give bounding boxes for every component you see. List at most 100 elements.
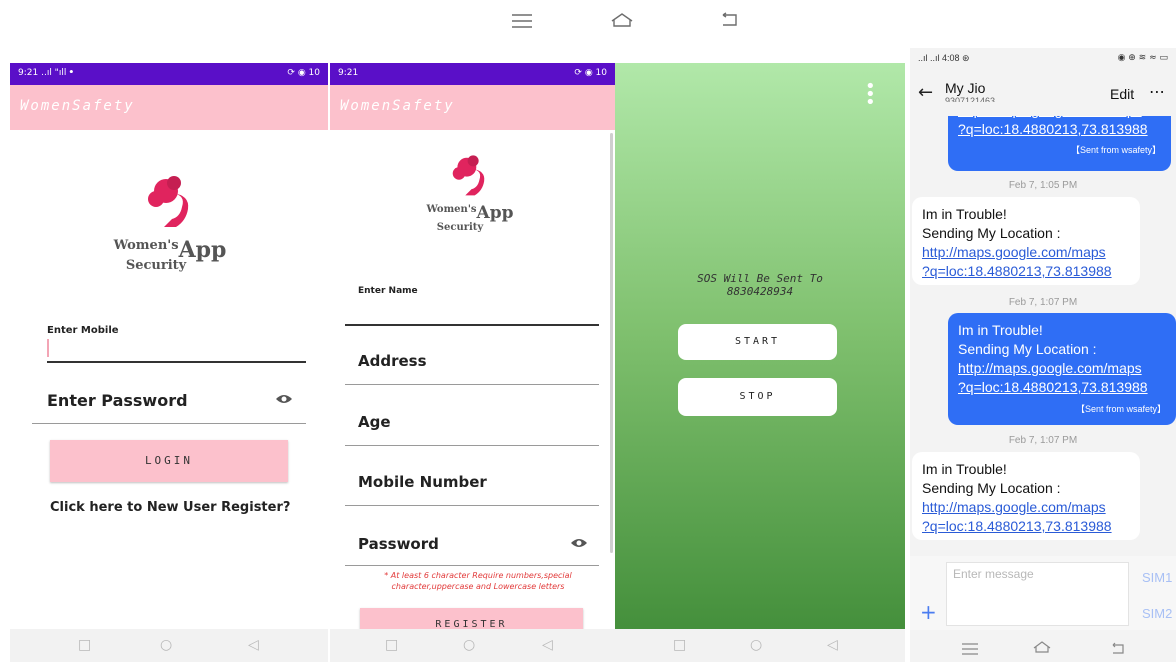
address-underline <box>345 384 599 385</box>
overflow-menu-icon[interactable]: • • • <box>865 78 876 112</box>
back-triangle-icon[interactable]: ◁ <box>542 637 553 653</box>
message-text: Im in Trouble! <box>958 322 1043 338</box>
woman-head-logo-icon <box>452 155 485 196</box>
app-logo: Women'sApp Security <box>100 173 240 273</box>
message-link[interactable]: ?q=loc:18.4880213,73.813988 <box>922 517 1130 536</box>
mobile-input-cursor <box>47 339 49 357</box>
status-signal-icons: ..ıl "ıll ꔷ <box>41 68 74 78</box>
message-link[interactable]: ?q=loc:18.4880213,73.813988 <box>958 120 1161 139</box>
back-arrow-icon[interactable]: ← <box>918 82 933 103</box>
mobile-field-label: Enter Mobile <box>47 325 119 336</box>
status-bar: 9:21 ..ıl "ıll ꔷ ⟳ ◉ 10 <box>10 63 328 85</box>
password-field[interactable]: Enter Password <box>47 391 188 410</box>
name-input[interactable] <box>345 324 599 326</box>
mobile-number-underline <box>345 505 599 506</box>
edit-button[interactable]: Edit <box>1110 86 1134 102</box>
age-field[interactable]: Age <box>358 413 391 431</box>
message-link[interactable]: http://maps.google.com/maps <box>958 359 1166 378</box>
password-requirements-hint: * At least 6 character Require numbers,s… <box>358 570 598 592</box>
sent-from-tag: 【Sent from wsafety】 <box>1075 404 1166 414</box>
message-text: Im in Trouble! <box>922 206 1007 222</box>
message-input[interactable]: Enter message <box>946 562 1129 626</box>
back-triangle-icon[interactable]: ◁ <box>827 637 838 653</box>
status-time: 9:21 <box>338 68 359 78</box>
menu-icon[interactable] <box>962 640 978 659</box>
logo-text-security: Security <box>125 258 187 273</box>
home-icon[interactable] <box>1032 639 1052 658</box>
status-time: 4:08 <box>942 53 960 63</box>
sent-message[interactable]: Im in Trouble! Sending My Location : htt… <box>948 313 1176 425</box>
home-circle-icon[interactable]: ○ <box>463 637 475 653</box>
android-nav-bar: □ ○ ◁ <box>10 629 328 662</box>
contact-name: My Jio <box>945 80 986 96</box>
add-attachment-icon[interactable]: + <box>920 600 937 624</box>
android-nav-bar: □ ○ ◁ <box>330 629 615 662</box>
login-screen: 9:21 ..ıl "ıll ꔷ ⟳ ◉ 10 WomenSafety Wome… <box>10 63 328 662</box>
message-text: Sending My Location : <box>922 480 1061 496</box>
scrollbar[interactable] <box>610 133 613 553</box>
menu-icon[interactable] <box>512 12 532 33</box>
more-options-icon[interactable]: ⋯ <box>1149 82 1165 101</box>
sos-screen: • • • SOS Will Be Sent To 8830428934 START… <box>615 63 905 662</box>
stop-button[interactable]: STOP <box>678 378 837 416</box>
app-bar-title: WomenSafety <box>330 85 615 130</box>
app-logo: Women'sApp Security <box>410 153 530 233</box>
password-hint-line-2: character,uppercase and Lowercase letter… <box>391 582 565 591</box>
register-screen: 9:21 ⟳ ◉ 10 WomenSafety Women'sApp Secur… <box>330 63 615 662</box>
app-bar-title: WomenSafety <box>10 85 328 130</box>
age-underline <box>345 445 599 446</box>
eye-icon[interactable] <box>570 537 588 549</box>
back-triangle-icon[interactable]: ◁ <box>248 637 259 653</box>
message-link[interactable]: ?q=loc:18.4880213,73.813988 <box>922 262 1130 281</box>
screenshot-stage: 9:21 ..ıl "ıll ꔷ ⟳ ◉ 10 WomenSafety Wome… <box>0 0 1176 662</box>
message-text: Sending My Location : <box>922 225 1061 241</box>
status-battery: ⟳ ◉ 10 <box>287 68 320 78</box>
recents-icon[interactable]: □ <box>385 637 398 653</box>
received-message[interactable]: Im in Trouble! Sending My Location : htt… <box>912 197 1140 285</box>
new-user-register-link[interactable]: Click here to New User Register? <box>50 500 290 515</box>
message-link[interactable]: ?q=loc:18.4880213,73.813988 <box>958 378 1166 397</box>
message-link[interactable]: http://maps.google.com/maps <box>922 498 1130 517</box>
send-sim2-button[interactable]: SIM2 <box>1142 606 1172 621</box>
timestamp: Feb 7, 1:07 PM <box>1008 297 1078 308</box>
send-sim1-button[interactable]: SIM1 <box>1142 570 1172 585</box>
sos-recipient-text: SOS Will Be Sent To 8830428934 <box>615 272 905 298</box>
logo-text-womens: Women's <box>426 204 477 215</box>
start-button[interactable]: START <box>678 324 837 360</box>
login-button[interactable]: LOGIN <box>50 440 288 482</box>
password-input-underline <box>32 423 306 424</box>
header-mask <box>910 102 1176 116</box>
logo-text-app: App <box>476 203 514 223</box>
mobile-input[interactable] <box>47 361 306 363</box>
status-bar: ..ıl ..ıl 4:08 ⊛ <box>918 53 970 63</box>
recents-icon[interactable]: □ <box>78 637 91 653</box>
eye-icon[interactable] <box>275 393 293 405</box>
status-time: 9:21 <box>18 68 39 78</box>
received-message[interactable]: Im in Trouble! Sending My Location : htt… <box>912 452 1140 540</box>
home-circle-icon[interactable]: ○ <box>750 637 762 653</box>
messages-screen: ..ıl ..ıl 4:08 ⊛ ◉ ⊕ ≋ ≈ ▭ ← My Jio 9307… <box>910 48 1176 662</box>
logo-text-security: Security <box>436 222 484 233</box>
back-icon[interactable] <box>720 12 740 33</box>
back-icon[interactable] <box>1110 640 1126 659</box>
message-text: Im in Trouble! <box>922 461 1007 477</box>
woman-head-logo-icon <box>148 176 189 227</box>
home-circle-icon[interactable]: ○ <box>160 637 172 653</box>
logo-text-womens: Women's <box>113 238 179 253</box>
status-bar: 9:21 ⟳ ◉ 10 <box>330 63 615 85</box>
address-field[interactable]: Address <box>358 352 427 370</box>
recents-icon[interactable]: □ <box>673 637 686 653</box>
android-nav-bar: □ ○ ◁ <box>615 629 905 662</box>
password-field[interactable]: Password <box>358 535 439 553</box>
sos-will-be-sent-label: SOS Will Be Sent To <box>697 272 823 285</box>
message-link[interactable]: http://maps.google.com/maps <box>922 243 1130 262</box>
password-underline <box>345 565 599 566</box>
mobile-number-field[interactable]: Mobile Number <box>358 473 487 491</box>
status-right-icons: ◉ ⊕ ≋ ≈ ▭ <box>1117 53 1168 63</box>
password-hint-line-1: * At least 6 character Require numbers,s… <box>384 571 572 580</box>
timestamp: Feb 7, 1:05 PM <box>1008 180 1078 191</box>
home-icon[interactable] <box>610 12 634 33</box>
sos-phone-number: 8830428934 <box>726 285 794 298</box>
timestamp: Feb 7, 1:07 PM <box>1008 435 1078 446</box>
sent-from-tag: 【Sent from wsafety】 <box>1070 145 1161 155</box>
